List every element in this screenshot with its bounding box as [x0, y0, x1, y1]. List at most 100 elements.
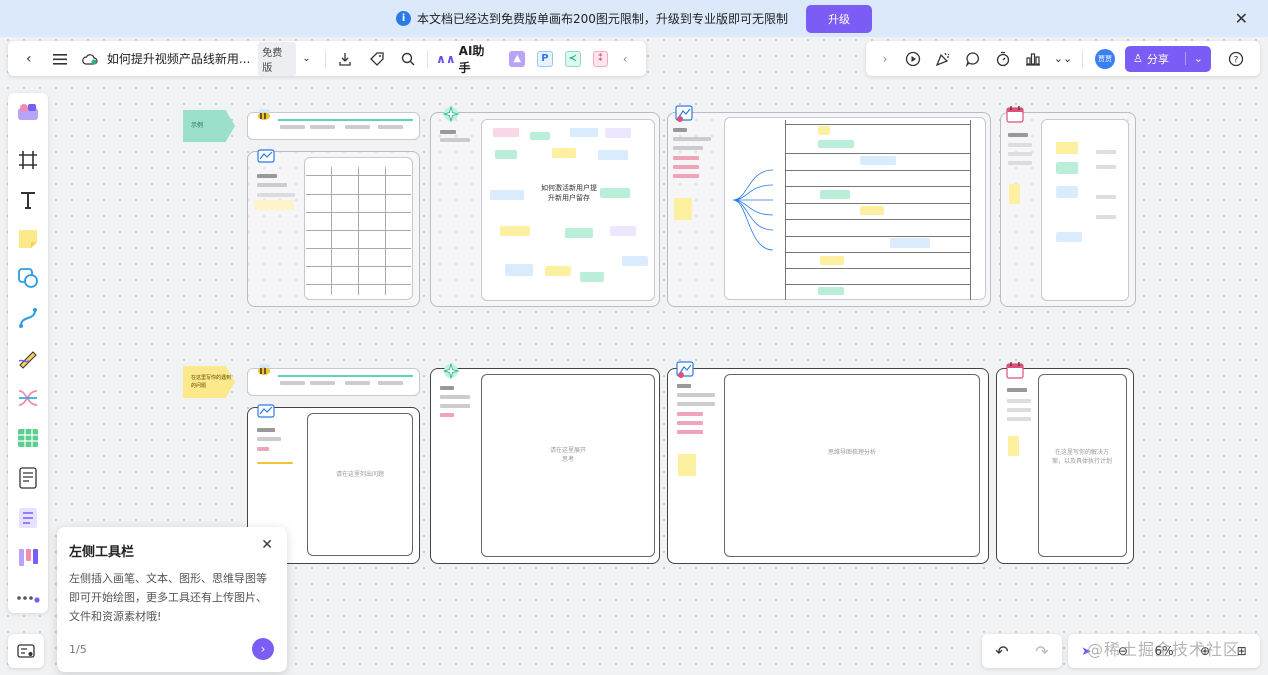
cell-tag[interactable]: [860, 206, 884, 215]
plan-tag[interactable]: [1056, 232, 1082, 242]
vote-icon[interactable]: [1022, 48, 1044, 70]
step-note: [310, 125, 335, 129]
cell-tag[interactable]: [818, 126, 830, 135]
idea-tag[interactable]: [552, 148, 576, 158]
idea-tag[interactable]: [580, 272, 604, 282]
timer-icon[interactable]: [992, 48, 1014, 70]
idea-tag[interactable]: [570, 128, 598, 137]
problem-sheet[interactable]: [307, 413, 413, 556]
template-icon[interactable]: [15, 99, 41, 125]
celebrate-icon[interactable]: [932, 48, 954, 70]
more-tools-icon[interactable]: [15, 585, 41, 611]
table-icon[interactable]: [15, 425, 41, 451]
mindmap-app-icon[interactable]: ≺: [564, 50, 581, 67]
ppt-app-icon[interactable]: P: [537, 50, 553, 67]
share-button[interactable]: ♙ 分享 ⌄: [1125, 45, 1211, 72]
avatar[interactable]: 贾贾: [1095, 48, 1115, 69]
help-icon[interactable]: ?: [1225, 48, 1247, 70]
ai-assistant-button[interactable]: ∧∧ AI助手: [436, 42, 495, 76]
sticky-note[interactable]: [674, 198, 692, 220]
play-icon[interactable]: [902, 48, 924, 70]
close-icon[interactable]: ✕: [1235, 9, 1248, 28]
image-app-icon[interactable]: ▲: [509, 50, 526, 67]
question-tag[interactable]: 在这里写你的遇到的问题: [183, 366, 235, 398]
cell-tag[interactable]: [820, 190, 850, 199]
download-icon[interactable]: [334, 48, 356, 70]
search-icon[interactable]: [398, 48, 420, 70]
sticky-note-icon[interactable]: [15, 226, 41, 252]
tag-icon[interactable]: [366, 48, 388, 70]
mindmap-table-grid: [785, 236, 970, 237]
comment-icon[interactable]: [962, 48, 984, 70]
idea-tag[interactable]: [530, 132, 550, 140]
flow-app-icon[interactable]: ⁑: [592, 50, 609, 67]
sticky-note[interactable]: [1008, 436, 1019, 456]
connector-icon[interactable]: [15, 305, 41, 331]
kanban-icon[interactable]: [15, 545, 41, 571]
sticky-note[interactable]: [678, 454, 696, 476]
cell-tag[interactable]: [818, 140, 854, 148]
plan-badge[interactable]: 免费版: [258, 41, 296, 76]
idea-tag[interactable]: [500, 226, 530, 236]
plan-sheet[interactable]: [1041, 119, 1129, 301]
note-line: [257, 183, 287, 187]
user-add-icon: ♙: [1133, 52, 1143, 65]
idea-tag[interactable]: [490, 190, 524, 200]
menu-icon[interactable]: [50, 48, 72, 70]
more-down-icon[interactable]: ⌄⌄: [1052, 48, 1074, 70]
cell-tag[interactable]: [818, 287, 844, 295]
note-line: [1096, 150, 1116, 154]
sticky-note[interactable]: [1009, 184, 1020, 204]
idea-tag[interactable]: [495, 150, 517, 159]
document-title[interactable]: 如何提升视频产品线新用...: [107, 50, 250, 67]
mindmap-icon[interactable]: [15, 385, 41, 411]
cell-tag[interactable]: [820, 256, 844, 265]
text-icon[interactable]: [15, 187, 41, 213]
cell-tag[interactable]: [860, 156, 896, 165]
idea-tag[interactable]: [600, 188, 630, 198]
mindmap-sheet[interactable]: [724, 374, 980, 557]
cell-tag[interactable]: [890, 238, 930, 248]
sticky-note[interactable]: [1056, 142, 1078, 154]
outline-button[interactable]: [8, 634, 44, 668]
idea-tag[interactable]: [622, 256, 648, 266]
redo-icon[interactable]: ↷: [1035, 642, 1048, 661]
collapse-icon[interactable]: ‹: [614, 48, 636, 70]
outline-icon: [17, 644, 35, 658]
note-line: [673, 174, 699, 178]
example-tag[interactable]: 示例: [183, 110, 235, 142]
table-grid: [385, 167, 386, 295]
idea-tag[interactable]: [598, 150, 628, 160]
chart-icon: [257, 147, 275, 163]
idea-tag[interactable]: [605, 128, 631, 138]
idea-tag[interactable]: [493, 128, 519, 137]
calendar-icon: [1006, 105, 1024, 123]
note-line: [1096, 215, 1116, 219]
note-line: [673, 165, 699, 169]
next-button[interactable]: ›: [252, 638, 274, 660]
expand-icon[interactable]: ›: [874, 48, 896, 70]
chevron-down-icon[interactable]: ⌄: [1184, 52, 1203, 65]
plan-tag[interactable]: [1056, 186, 1078, 198]
note-line: [673, 146, 703, 150]
upgrade-button[interactable]: 升级: [805, 4, 872, 33]
idea-tag[interactable]: [545, 266, 571, 276]
plan-tag[interactable]: [1056, 162, 1078, 174]
idea-tag[interactable]: [565, 228, 593, 238]
chevron-down-icon[interactable]: ⌄: [296, 48, 318, 70]
placeholder-text: 请在这里列出问题: [335, 471, 384, 478]
pen-icon[interactable]: [15, 345, 41, 371]
shape-icon[interactable]: [15, 265, 41, 291]
back-icon[interactable]: ‹: [18, 48, 40, 70]
frame-icon[interactable]: [15, 147, 41, 173]
document-icon[interactable]: [15, 465, 41, 491]
list-icon[interactable]: [15, 505, 41, 531]
undo-icon[interactable]: ↶: [995, 642, 1008, 661]
thinking-sheet[interactable]: [481, 374, 655, 557]
note-line: [257, 193, 295, 197]
close-icon[interactable]: ✕: [261, 537, 273, 553]
sticky-note[interactable]: [254, 200, 294, 210]
idea-tag[interactable]: [610, 226, 636, 236]
center-topic[interactable]: 如何激活新用户提升新用户留存: [540, 183, 598, 203]
idea-tag[interactable]: [505, 264, 533, 276]
